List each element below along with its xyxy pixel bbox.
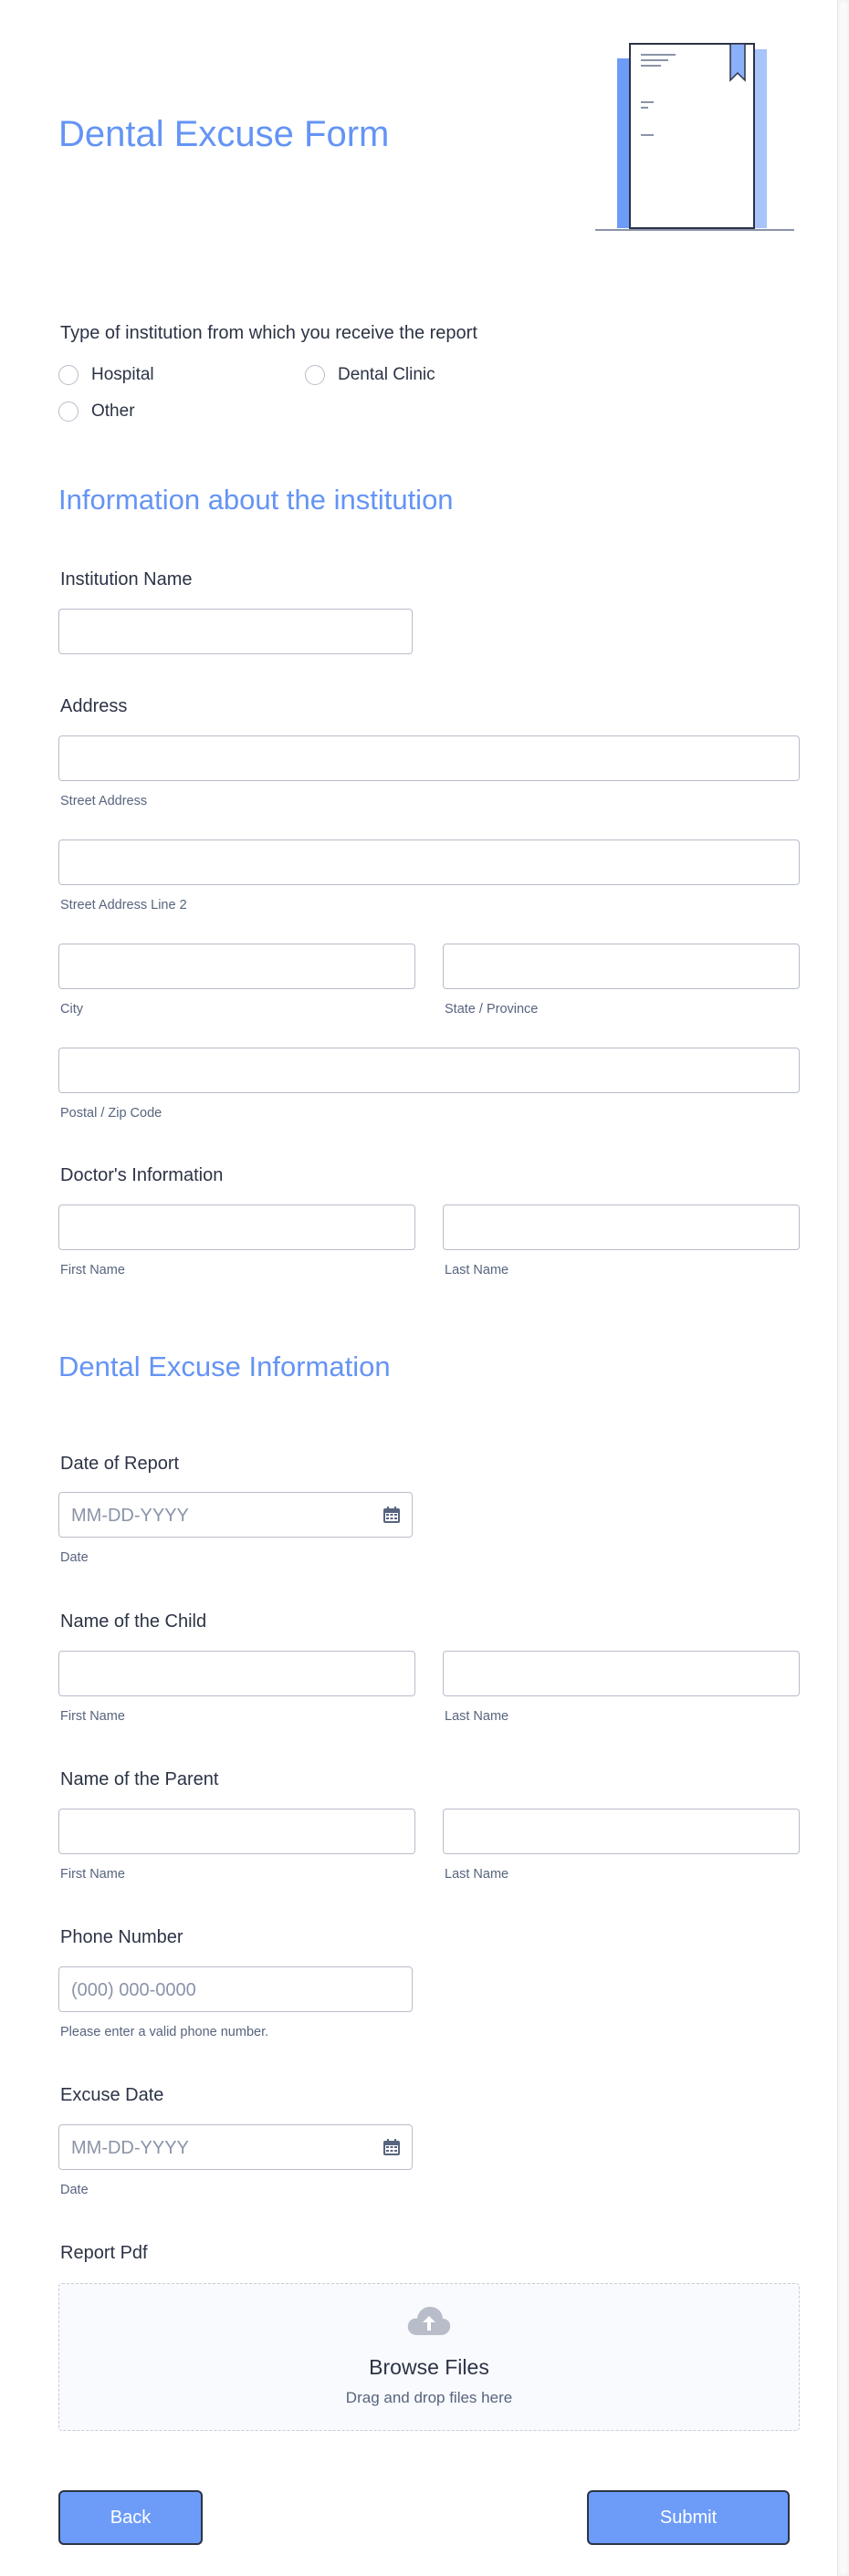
doctor-first-name-sublabel: First Name [60,1263,125,1278]
parent-last-name-input[interactable] [443,1809,800,1854]
child-last-name-input[interactable] [443,1651,800,1696]
parent-first-name-input[interactable] [58,1809,415,1854]
date-placeholder: MM-DD-YYYY [71,1506,189,1526]
address-label: Address [60,696,128,716]
radio-dental-clinic[interactable]: Dental Clinic [305,365,435,385]
back-button[interactable]: Back [58,2490,203,2545]
institution-name-input[interactable] [58,609,413,654]
radio-label: Hospital [91,365,154,384]
calendar-icon[interactable] [383,1506,401,1524]
parent-last-name-sublabel: Last Name [445,1867,509,1882]
radio-label: Dental Clinic [338,365,435,384]
excuse-date-input[interactable]: MM-DD-YYYY [58,2124,413,2170]
zip-input[interactable] [58,1048,800,1093]
date-placeholder: MM-DD-YYYY [71,2138,189,2158]
section-title-excuse: Dental Excuse Information [58,1351,391,1382]
calendar-icon[interactable] [383,2138,401,2156]
child-first-name-input[interactable] [58,1651,415,1696]
form-title: Dental Excuse Form [58,114,390,154]
street-address-input[interactable] [58,735,800,781]
file-upload-dropzone[interactable]: Browse Files Drag and drop files here [58,2283,800,2431]
doctor-first-name-input[interactable] [58,1205,415,1250]
excuse-date-sublabel: Date [60,2183,89,2197]
doctor-last-name-input[interactable] [443,1205,800,1250]
report-pdf-label: Report Pdf [60,2243,148,2263]
drag-drop-text: Drag and drop files here [345,2389,513,2406]
section-title-institution: Information about the institution [58,484,454,516]
city-input[interactable] [58,944,415,989]
doctor-last-name-sublabel: Last Name [445,1263,509,1278]
child-name-label: Name of the Child [60,1611,207,1632]
child-last-name-sublabel: Last Name [445,1709,509,1724]
date-of-report-sublabel: Date [60,1550,89,1565]
radio-label: Other [91,402,135,421]
document-illustration-icon [595,43,794,231]
date-of-report-input[interactable]: MM-DD-YYYY [58,1492,413,1538]
child-first-name-sublabel: First Name [60,1709,125,1724]
state-sublabel: State / Province [445,1002,539,1017]
scrollbar-track[interactable] [837,0,849,2576]
parent-name-label: Name of the Parent [60,1769,219,1789]
scrollbar-thumb[interactable] [840,2,847,2574]
parent-first-name-sublabel: First Name [60,1867,125,1882]
institution-name-label: Institution Name [60,569,193,589]
institution-type-label: Type of institution from which you recei… [60,323,477,343]
zip-sublabel: Postal / Zip Code [60,1106,162,1121]
excuse-date-label: Excuse Date [60,2085,164,2105]
phone-input[interactable]: (000) 000-0000 [58,1966,413,2012]
radio-circle[interactable] [58,402,79,422]
radio-hospital[interactable]: Hospital [58,365,154,385]
state-input[interactable] [443,944,800,989]
date-of-report-label: Date of Report [60,1454,180,1474]
submit-button[interactable]: Submit [587,2490,790,2545]
radio-circle[interactable] [58,365,79,385]
street-address-sublabel: Street Address [60,794,148,808]
phone-sublabel: Please enter a valid phone number. [60,2025,269,2039]
browse-files-text: Browse Files [369,2355,489,2379]
radio-circle[interactable] [305,365,325,385]
cloud-upload-icon [407,2307,451,2335]
street-address-line2-input[interactable] [58,840,800,885]
phone-label: Phone Number [60,1927,183,1947]
street-address-line2-sublabel: Street Address Line 2 [60,898,187,913]
doctor-info-label: Doctor's Information [60,1165,224,1185]
phone-placeholder: (000) 000-0000 [71,1980,196,2000]
radio-other[interactable]: Other [58,402,135,422]
city-sublabel: City [60,1002,83,1017]
